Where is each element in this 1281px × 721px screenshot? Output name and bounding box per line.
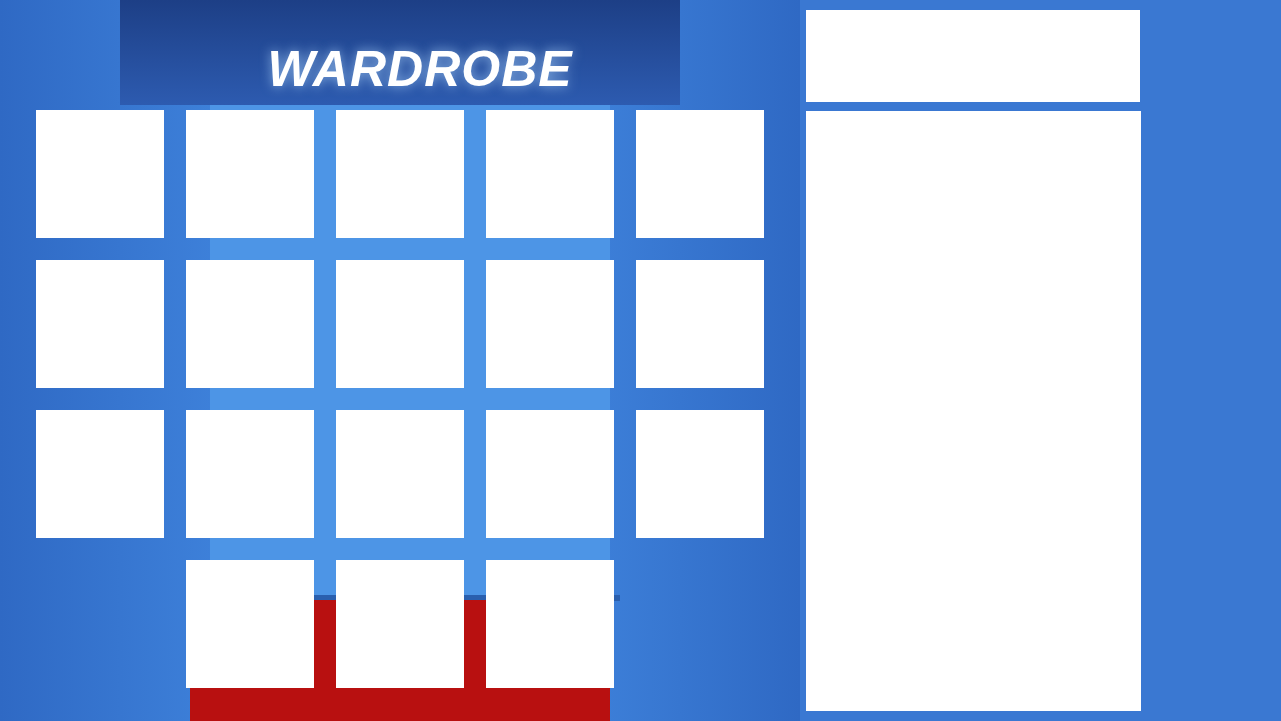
wardrobe-slot[interactable] bbox=[36, 260, 164, 388]
wardrobe-slot[interactable] bbox=[186, 410, 314, 538]
wardrobe-slot[interactable] bbox=[186, 110, 314, 238]
wardrobe-screen: WARDROBE bbox=[0, 0, 1281, 721]
info-body bbox=[806, 111, 1141, 711]
slot-grid bbox=[35, 110, 765, 688]
wardrobe-stage: WARDROBE bbox=[0, 0, 800, 721]
wardrobe-slot[interactable] bbox=[336, 410, 464, 538]
wardrobe-slot[interactable] bbox=[186, 560, 314, 688]
slot-row bbox=[35, 410, 765, 538]
wardrobe-slot[interactable] bbox=[636, 110, 764, 238]
wardrobe-slot[interactable] bbox=[486, 410, 614, 538]
wardrobe-slot[interactable] bbox=[336, 110, 464, 238]
wardrobe-slot[interactable] bbox=[486, 110, 614, 238]
wardrobe-slot[interactable] bbox=[636, 260, 764, 388]
slot-row bbox=[35, 260, 765, 388]
wardrobe-slot[interactable] bbox=[636, 410, 764, 538]
wardrobe-slot[interactable] bbox=[486, 560, 614, 688]
wardrobe-slot[interactable] bbox=[336, 260, 464, 388]
slot-row bbox=[35, 560, 765, 688]
slot-row bbox=[35, 110, 765, 238]
wardrobe-title: WARDROBE bbox=[35, 28, 765, 110]
info-panel bbox=[800, 0, 1141, 721]
wardrobe-slot[interactable] bbox=[186, 260, 314, 388]
info-header bbox=[806, 10, 1140, 102]
wardrobe-slot[interactable] bbox=[36, 110, 164, 238]
wardrobe-slot[interactable] bbox=[36, 410, 164, 538]
wardrobe-slot[interactable] bbox=[336, 560, 464, 688]
wardrobe-slot[interactable] bbox=[486, 260, 614, 388]
